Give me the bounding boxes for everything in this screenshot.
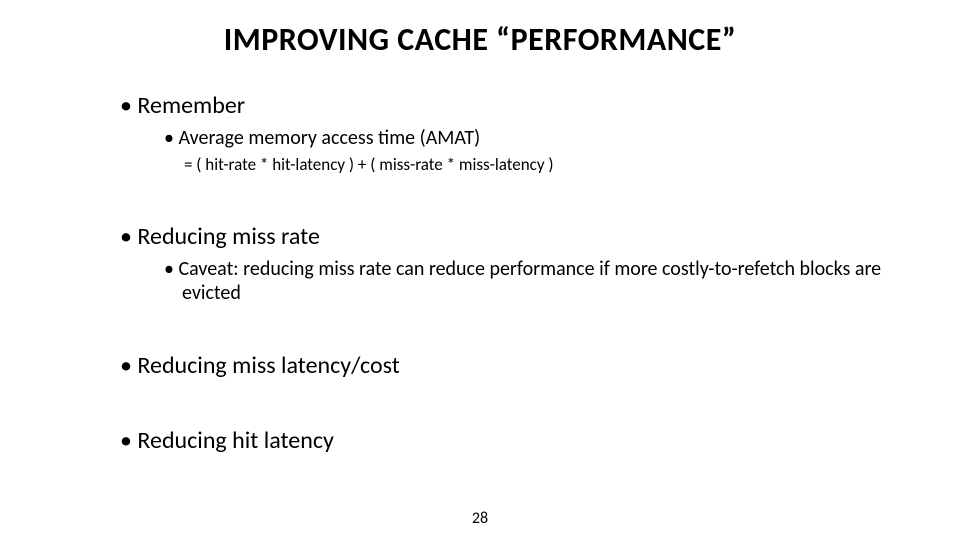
slide-title: IMPROVING CACHE “PERFORMANCE” [0,0,960,75]
slide-content: Remember Average memory access time (AMA… [0,91,960,455]
amat-formula: = ( hit-rate * hit-latency ) + ( miss-ra… [184,154,900,176]
bullet-caveat: Caveat: reducing miss rate can reduce pe… [164,257,900,305]
page-number: 28 [0,509,960,528]
bullet-reducing-miss-latency: Reducing miss latency/cost [120,351,900,380]
bullet-reducing-hit-latency: Reducing hit latency [120,426,900,455]
bullet-amat: Average memory access time (AMAT) [164,126,900,150]
bullet-reducing-miss-rate: Reducing miss rate [120,222,900,251]
bullet-remember: Remember [120,91,900,120]
